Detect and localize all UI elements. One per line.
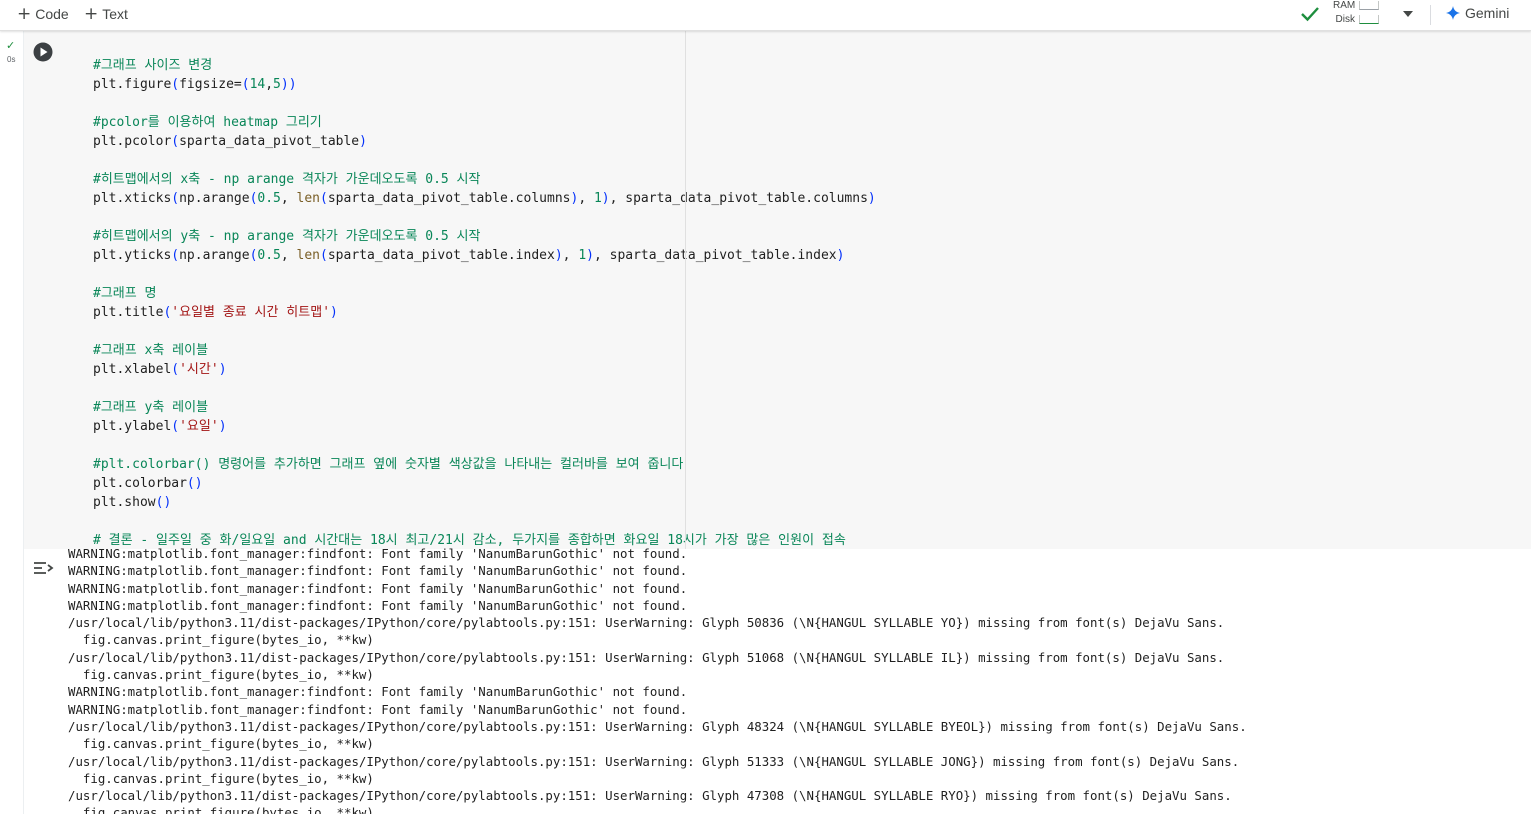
output-line: /usr/local/lib/python3.11/dist-packages/…: [68, 753, 1240, 769]
code-line: #그래프 x축 레이블: [93, 343, 209, 358]
code-line: #히트맵에서의 x축 - np arange 격자가 가운데오도록 0.5 시작: [93, 172, 481, 187]
add-code-button[interactable]: + Code: [17, 4, 69, 24]
resource-monitor[interactable]: RAM Disk: [1333, 0, 1387, 28]
output-line: WARNING:matplotlib.font_manager:findfont…: [68, 684, 688, 700]
chevron-down-icon[interactable]: [1402, 10, 1414, 18]
ram-bar: [1359, 1, 1379, 10]
run-cell-button[interactable]: [33, 42, 53, 62]
code-line: plt.xticks(np.arange(0.5, len(sparta_dat…: [93, 191, 876, 206]
ram-label: RAM: [1333, 0, 1356, 11]
output-line: fig.canvas.print_figure(bytes_io, **kw): [68, 667, 374, 683]
gemini-label: Gemini: [1465, 5, 1510, 21]
code-line: plt.show(): [93, 495, 172, 510]
output-line: fig.canvas.print_figure(bytes_io, **kw): [68, 632, 374, 648]
code-line: plt.title('요일별 종료 시간 히트맵'): [93, 305, 338, 320]
output-line: /usr/local/lib/python3.11/dist-packages/…: [68, 718, 1247, 734]
code-line: #히트맵에서의 y축 - np arange 격자가 가운데오도록 0.5 시작: [93, 229, 481, 244]
code-line: plt.yticks(np.arange(0.5, len(sparta_dat…: [93, 248, 845, 263]
add-text-button[interactable]: + Text: [84, 4, 128, 24]
output-line: fig.canvas.print_figure(bytes_io, **kw): [68, 805, 374, 814]
output-line: fig.canvas.print_figure(bytes_io, **kw): [68, 736, 374, 752]
output-line: WARNING:matplotlib.font_manager:findfont…: [68, 563, 688, 579]
output-line: WARNING:matplotlib.font_manager:findfont…: [68, 701, 688, 717]
gemini-sparkle-icon: [1446, 6, 1460, 20]
code-line: plt.ylabel('요일'): [93, 419, 227, 434]
line-length-guide: [685, 31, 686, 549]
cell-output: WARNING:matplotlib.font_manager:findfont…: [68, 545, 1528, 814]
code-line: #그래프 y축 레이블: [93, 400, 209, 415]
code-line: plt.figure(figsize=(14,5)): [93, 77, 297, 92]
execution-time: 0s: [7, 55, 16, 64]
output-line: WARNING:matplotlib.font_manager:findfont…: [68, 597, 688, 613]
toolbar-divider: [1430, 5, 1431, 25]
gemini-button[interactable]: Gemini: [1446, 5, 1509, 21]
code-line: #pcolor를 이용하여 heatmap 그리기: [93, 115, 322, 130]
code-line: plt.pcolor(sparta_data_pivot_table): [93, 134, 367, 149]
output-line: /usr/local/lib/python3.11/dist-packages/…: [68, 649, 1225, 665]
plus-icon: +: [17, 3, 32, 24]
code-editor[interactable]: #그래프 사이즈 변경 plt.figure(figsize=(14,5)) #pc…: [24, 31, 1531, 549]
disk-bar: [1359, 15, 1379, 24]
code-line: plt.xlabel('시간'): [93, 362, 227, 377]
output-line: /usr/local/lib/python3.11/dist-packages/…: [68, 615, 1225, 631]
code-line: #그래프 사이즈 변경: [93, 58, 213, 73]
plus-icon: +: [84, 3, 99, 24]
output-line: WARNING:matplotlib.font_manager:findfont…: [68, 546, 688, 561]
cell-gutter: [0, 31, 24, 814]
code-line: #plt.colorbar() 명령어를 추가하면 그래프 옆에 숫자별 색상값…: [93, 457, 684, 472]
disk-indicator: Disk: [1333, 14, 1387, 25]
add-text-label: Text: [102, 6, 128, 22]
notebook-toolbar: + Code + Text RAM Disk Gemini: [0, 0, 1531, 31]
ram-indicator: RAM: [1333, 0, 1387, 11]
execution-success-icon: ✓: [6, 40, 16, 52]
connected-check-icon[interactable]: [1300, 5, 1320, 23]
add-code-label: Code: [35, 6, 69, 22]
output-line: /usr/local/lib/python3.11/dist-packages/…: [68, 788, 1232, 804]
output-line: fig.canvas.print_figure(bytes_io, **kw): [68, 770, 374, 786]
code-line: #그래프 명: [93, 286, 157, 301]
code-lines[interactable]: #그래프 사이즈 변경 plt.figure(figsize=(14,5)) #pc…: [93, 56, 876, 549]
code-line: plt.colorbar(): [93, 476, 203, 491]
disk-label: Disk: [1335, 14, 1355, 25]
output-menu-icon[interactable]: [32, 557, 54, 579]
output-line: WARNING:matplotlib.font_manager:findfont…: [68, 580, 688, 596]
